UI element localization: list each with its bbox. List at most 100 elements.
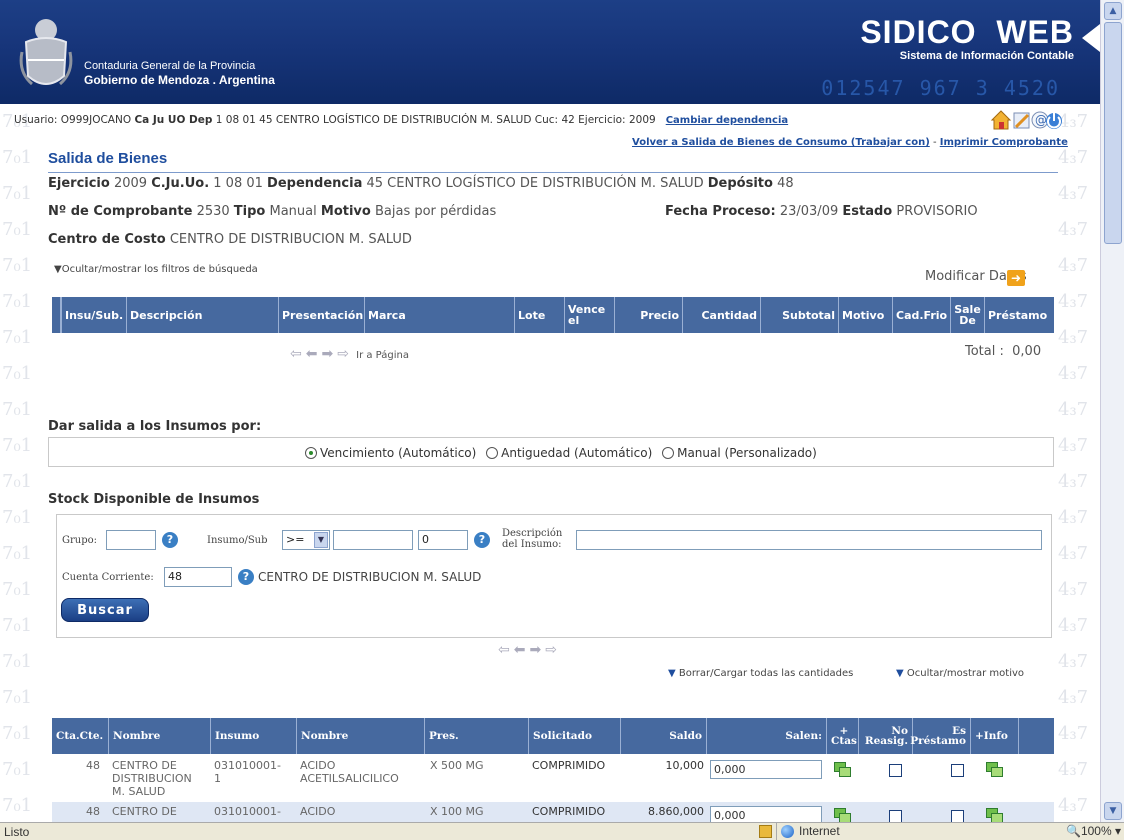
insumo-input[interactable] bbox=[333, 530, 413, 550]
page-content: 7₀1 7₀1 7₀1 7₀1 7₀1 7₀1 7₀1 7₀1 7₀1 7₀1 7₀1 7₀1 7₀1 7… bbox=[0, 104, 1100, 822]
zone-label: Internet bbox=[799, 824, 840, 838]
first-page-icon[interactable]: ⇦ bbox=[290, 346, 302, 362]
radio-vencimiento-label[interactable]: Vencimiento (Automático) bbox=[320, 446, 476, 460]
deposito-label: Depósito bbox=[707, 176, 773, 191]
edit-icon[interactable] bbox=[1013, 112, 1030, 129]
cajuuo-value: 1 08 01 45 bbox=[215, 114, 273, 126]
col-solicitado: Solicitado bbox=[528, 718, 620, 754]
cuenta-input[interactable]: 48 bbox=[164, 567, 232, 587]
last-page-icon[interactable]: ⇨ bbox=[337, 346, 349, 362]
borrar-cargar-link[interactable]: ▼ Borrar/Cargar todas las cantidades bbox=[668, 668, 853, 679]
home-icon[interactable] bbox=[990, 110, 1012, 130]
at-email-icon[interactable]: @ bbox=[1031, 111, 1049, 129]
radio-manual[interactable] bbox=[662, 447, 675, 459]
next-page-icon[interactable]: ➡ bbox=[529, 642, 541, 658]
globe-icon bbox=[781, 825, 794, 838]
total-value: 0,00 bbox=[1012, 344, 1042, 359]
no-reasig-checkbox[interactable] bbox=[889, 764, 902, 777]
ejercicio-label: Ejercicio: bbox=[578, 114, 626, 126]
no-reasig-checkbox[interactable] bbox=[889, 810, 902, 822]
vertical-scrollbar[interactable]: ▲ ▼ bbox=[1100, 0, 1124, 822]
imprimir-link[interactable]: Imprimir Comprobante bbox=[940, 137, 1068, 148]
cajuuo-label: Ca Ju UO Dep bbox=[134, 114, 213, 126]
operator-value: >= bbox=[286, 533, 305, 546]
zoom-icon: 🔍 bbox=[1066, 824, 1081, 838]
cell-saldo: 10,000 bbox=[665, 759, 705, 772]
last-page-icon[interactable]: ⇨ bbox=[545, 642, 557, 658]
operator-select[interactable]: >= ▼ bbox=[282, 530, 330, 550]
sub-input[interactable]: 0 bbox=[418, 530, 468, 550]
radio-antiguedad-label[interactable]: Antiguedad (Automático) bbox=[501, 446, 652, 460]
user-info-bar: Usuario: O999JOCANO Ca Ju UO Dep 1 08 01… bbox=[14, 114, 788, 126]
help-icon[interactable]: ? bbox=[238, 569, 254, 585]
prev-page-icon[interactable]: ⬅ bbox=[306, 346, 318, 362]
cell-insumo: 031010001-1 bbox=[214, 759, 281, 785]
cjuuo-label: C.Ju.Uo. bbox=[151, 176, 210, 191]
costo-label: Centro de Costo bbox=[48, 232, 166, 247]
total-label: Total : bbox=[965, 344, 1004, 359]
deposito-value: 48 bbox=[777, 176, 794, 191]
col-mas-ctas: + Ctas bbox=[826, 718, 858, 754]
col-ctacte: Cta.Cte. bbox=[56, 730, 104, 742]
scroll-down-icon[interactable]: ▼ bbox=[1104, 802, 1122, 820]
filtros-toggle[interactable]: ▼Ocultar/mostrar los filtros de búsqueda bbox=[54, 264, 258, 275]
cell-insumo: 031010001- bbox=[214, 805, 281, 818]
first-page-icon[interactable]: ⇦ bbox=[498, 642, 510, 658]
grupo-input[interactable] bbox=[106, 530, 156, 550]
salida-options-box: Vencimiento (Automático) Antiguedad (Aut… bbox=[48, 437, 1054, 467]
scroll-thumb[interactable] bbox=[1104, 22, 1122, 244]
buscar-button[interactable]: Buscar bbox=[61, 598, 149, 622]
help-icon[interactable]: ? bbox=[162, 532, 178, 548]
salida-radio-group: Vencimiento (Automático) Antiguedad (Aut… bbox=[305, 446, 817, 460]
more-info-icon[interactable] bbox=[986, 808, 1003, 822]
cambiar-dependencia-link[interactable]: Cambiar dependencia bbox=[666, 115, 788, 126]
security-zone: Internet bbox=[759, 823, 1036, 840]
add-accounts-icon[interactable] bbox=[834, 762, 851, 777]
radio-manual-label[interactable]: Manual (Personalizado) bbox=[677, 446, 817, 460]
radio-antiguedad[interactable] bbox=[486, 447, 499, 459]
descripcion-input[interactable] bbox=[576, 530, 1042, 550]
cell-insumo-nombre: ACIDO ACETILSALICILICO bbox=[300, 759, 399, 785]
next-page-icon[interactable]: ➡ bbox=[321, 346, 333, 362]
usuario-value: O999JOCANO bbox=[60, 114, 132, 126]
radio-vencimiento[interactable] bbox=[305, 447, 317, 459]
es-prestamo-checkbox[interactable] bbox=[951, 764, 964, 777]
insumo-sub-label: Insumo/Sub bbox=[207, 535, 268, 546]
scroll-up-icon[interactable]: ▲ bbox=[1104, 2, 1122, 20]
es-prestamo-checkbox[interactable] bbox=[951, 810, 964, 822]
prev-page-icon[interactable]: ⬅ bbox=[514, 642, 526, 658]
svg-text:@: @ bbox=[1035, 113, 1047, 127]
fecha-label: Fecha Proceso: bbox=[665, 204, 776, 219]
dropdown-arrow-icon[interactable]: ▼ bbox=[314, 532, 328, 548]
col-no-reasig: No Reasig. bbox=[858, 718, 912, 754]
ejercicio-value: 2009 bbox=[628, 114, 656, 126]
arrow-right-icon[interactable]: ➜ bbox=[1007, 270, 1025, 286]
col-descripcion: Descripción bbox=[126, 297, 278, 333]
salen-input[interactable]: 0,000 bbox=[710, 760, 822, 779]
brand-title: SIDICO WEB bbox=[860, 14, 1074, 50]
usuario-label: Usuario: bbox=[14, 114, 58, 126]
cuc-label: Cuc: bbox=[534, 114, 559, 126]
help-icon[interactable]: ? bbox=[474, 532, 490, 548]
more-info-icon[interactable] bbox=[986, 762, 1003, 777]
dependencia-label: Dependencia bbox=[267, 176, 363, 191]
fecha-value: 23/03/09 bbox=[779, 204, 839, 219]
ocultar-motivo-link[interactable]: ▼ Ocultar/mostrar motivo bbox=[896, 668, 1024, 679]
motivo-value: Bajas por pérdidas bbox=[374, 204, 497, 219]
cell-pres: X 100 MG bbox=[430, 805, 484, 818]
ejercicio-label: Ejercicio bbox=[48, 176, 110, 191]
salen-input[interactable]: 0,000 bbox=[710, 806, 822, 822]
volver-link[interactable]: Volver a Salida de Bienes de Consumo (Tr… bbox=[632, 137, 930, 148]
col-cadfrio: Cad.Frio bbox=[892, 297, 950, 333]
add-accounts-icon[interactable] bbox=[834, 808, 851, 822]
banner-arrow-icon bbox=[1082, 24, 1100, 52]
ir-a-pagina-link[interactable]: Ir a Página bbox=[356, 350, 409, 361]
tipo-value: Manual bbox=[269, 204, 317, 219]
zoom-control[interactable]: 🔍100% ▾ bbox=[1066, 824, 1121, 838]
comprobante-value: 2530 bbox=[196, 204, 230, 219]
power-icon[interactable] bbox=[1046, 113, 1062, 129]
page-title: Salida de Bienes bbox=[48, 150, 168, 167]
cell-nombre: CENTRO DE bbox=[112, 805, 177, 818]
cell-pres: X 500 MG bbox=[430, 759, 484, 772]
col-es-prestamo: Es Préstamo bbox=[910, 718, 970, 754]
